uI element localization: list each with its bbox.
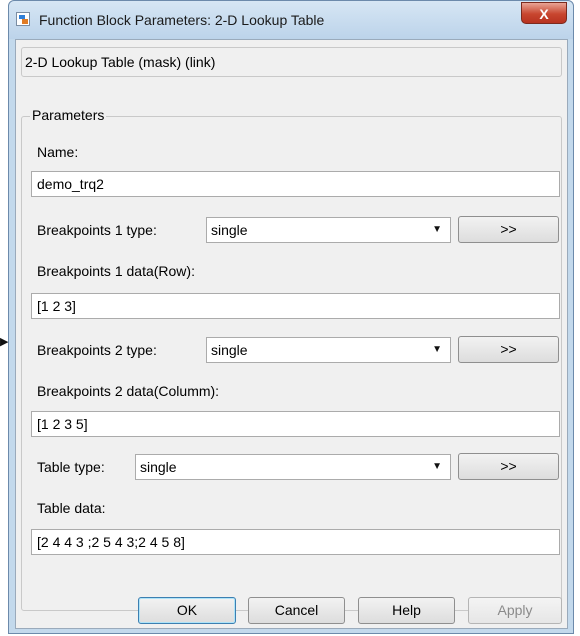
name-field[interactable]: demo_trq2 bbox=[31, 171, 560, 197]
bp2-type-value: single bbox=[211, 342, 248, 358]
simulink-icon bbox=[16, 12, 30, 26]
cancel-button[interactable]: Cancel bbox=[248, 597, 345, 624]
close-button[interactable]: X bbox=[521, 2, 567, 24]
table-type-select[interactable]: single ▼ bbox=[135, 454, 451, 480]
bp2-data-field[interactable]: [1 2 3 5] bbox=[31, 411, 560, 437]
chevron-down-icon: ▼ bbox=[432, 224, 442, 235]
triangle-right-icon: ▶ bbox=[0, 336, 9, 348]
mask-header: 2-D Lookup Table (mask) (link) bbox=[25, 54, 216, 70]
bp1-type-label: Breakpoints 1 type: bbox=[37, 222, 157, 238]
table-data-field[interactable]: [2 4 4 3 ;2 5 4 3;2 4 5 8] bbox=[31, 529, 560, 555]
bp2-type-label: Breakpoints 2 type: bbox=[37, 342, 157, 358]
window-title: Function Block Parameters: 2-D Lookup Ta… bbox=[39, 12, 325, 28]
table-type-label: Table type: bbox=[37, 459, 105, 475]
table-type-value: single bbox=[140, 459, 177, 475]
table-data-label: Table data: bbox=[37, 500, 106, 516]
name-label: Name: bbox=[37, 144, 79, 160]
apply-button[interactable]: Apply bbox=[468, 597, 562, 624]
bp2-type-expand-button[interactable]: >> bbox=[458, 336, 559, 363]
chevron-down-icon: ▼ bbox=[432, 344, 442, 355]
bp1-type-expand-button[interactable]: >> bbox=[458, 216, 559, 243]
bp1-type-select[interactable]: single ▼ bbox=[206, 217, 451, 243]
bp1-type-value: single bbox=[211, 222, 248, 238]
title-bar[interactable]: Function Block Parameters: 2-D Lookup Ta… bbox=[9, 1, 573, 39]
bp1-data-field[interactable]: [1 2 3] bbox=[31, 293, 560, 319]
bp1-data-label: Breakpoints 1 data(Row): bbox=[37, 263, 195, 279]
help-button[interactable]: Help bbox=[358, 597, 455, 624]
chevron-down-icon: ▼ bbox=[432, 461, 442, 472]
bp2-type-select[interactable]: single ▼ bbox=[206, 337, 451, 363]
table-type-expand-button[interactable]: >> bbox=[458, 453, 559, 480]
parameters-group-label: Parameters bbox=[30, 107, 107, 123]
bp2-data-label: Breakpoints 2 data(Columm): bbox=[37, 383, 220, 399]
dialog-body: 2-D Lookup Table (mask) (link) Parameter… bbox=[15, 39, 568, 629]
ok-button[interactable]: OK bbox=[138, 597, 236, 624]
dialog-window: Function Block Parameters: 2-D Lookup Ta… bbox=[8, 0, 574, 634]
